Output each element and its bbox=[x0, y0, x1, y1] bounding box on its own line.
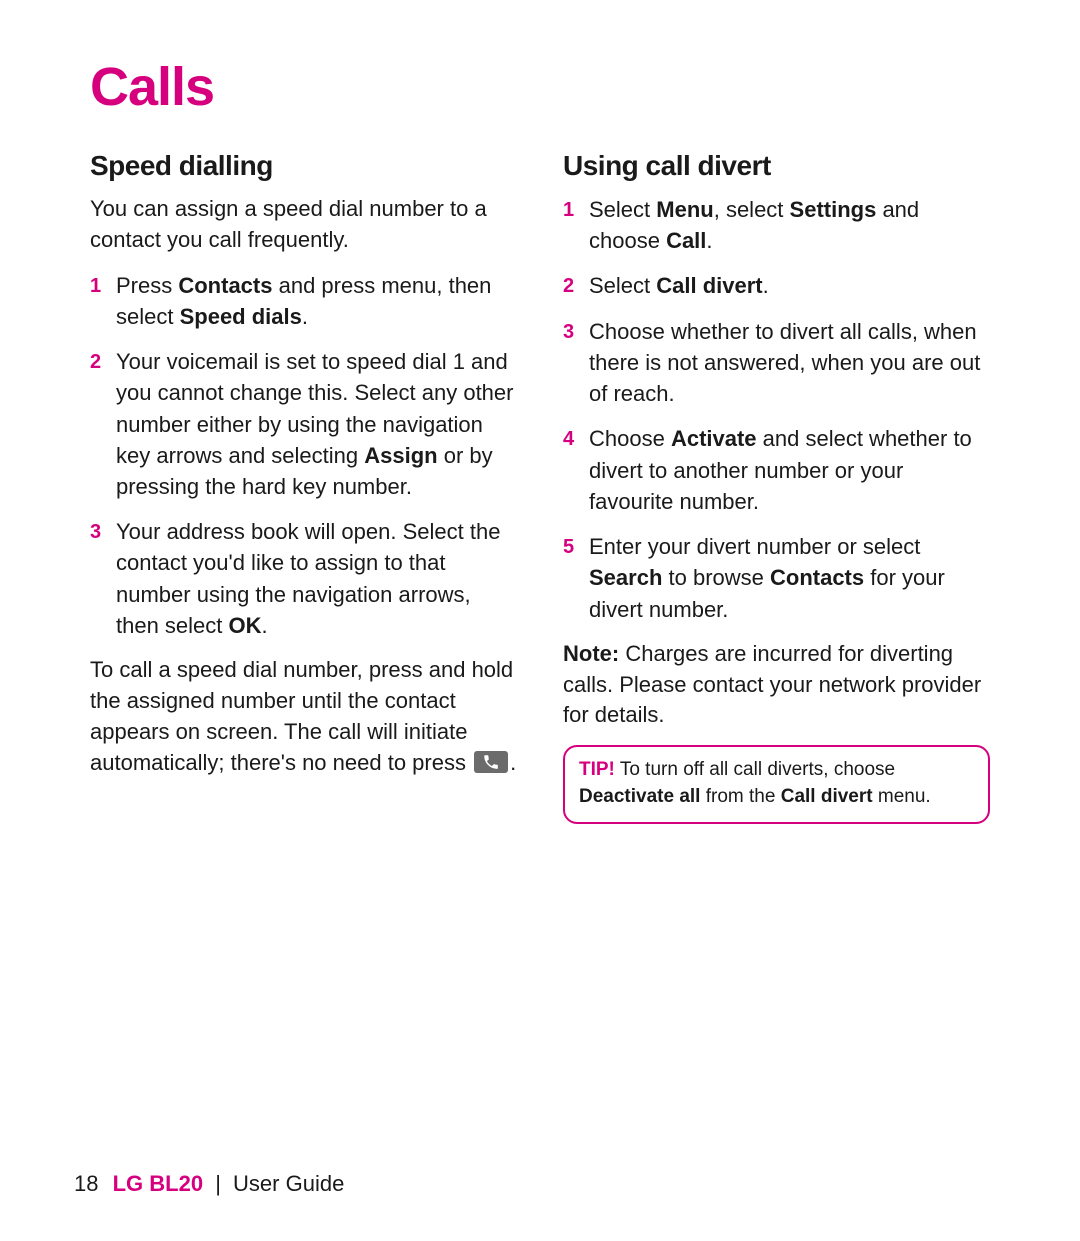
tip-label: TIP! bbox=[579, 759, 615, 780]
footer-separator: | bbox=[215, 1171, 221, 1196]
speed-dialling-steps: Press Contacts and press menu, then sele… bbox=[90, 270, 517, 642]
speed-dialling-intro: You can assign a speed dial number to a … bbox=[90, 194, 517, 256]
call-divert-steps: Select Menu, select Settings and choose … bbox=[563, 194, 990, 625]
list-item: Your address book will open. Select the … bbox=[90, 516, 517, 641]
right-column: Using call divert Select Menu, select Se… bbox=[563, 150, 990, 824]
page-number: 18 bbox=[74, 1171, 98, 1196]
call-divert-note: Note: Charges are incurred for diverting… bbox=[563, 639, 990, 731]
list-item: Enter your divert number or select Searc… bbox=[563, 531, 990, 625]
list-item: Choose whether to divert all calls, when… bbox=[563, 316, 990, 410]
list-item: Choose Activate and select whether to di… bbox=[563, 423, 990, 517]
tip-box: TIP! To turn off all call diverts, choos… bbox=[563, 745, 990, 824]
speed-dialling-outro: To call a speed dial number, press and h… bbox=[90, 655, 517, 778]
content-columns: Speed dialling You can assign a speed di… bbox=[90, 150, 990, 824]
page-footer: 18 LG BL20 | User Guide bbox=[74, 1171, 344, 1197]
call-divert-heading: Using call divert bbox=[563, 150, 990, 182]
list-item: Select Call divert. bbox=[563, 270, 990, 301]
tip-text: To turn off all call diverts, choose Dea… bbox=[579, 759, 931, 807]
speed-dialling-heading: Speed dialling bbox=[90, 150, 517, 182]
call-key-icon bbox=[474, 751, 508, 773]
guide-label: User Guide bbox=[233, 1171, 344, 1196]
model-name: LG BL20 bbox=[113, 1171, 203, 1196]
list-item: Your voicemail is set to speed dial 1 an… bbox=[90, 346, 517, 502]
list-item: Press Contacts and press menu, then sele… bbox=[90, 270, 517, 332]
page-title: Calls bbox=[90, 56, 990, 118]
list-item: Select Menu, select Settings and choose … bbox=[563, 194, 990, 256]
left-column: Speed dialling You can assign a speed di… bbox=[90, 150, 517, 824]
